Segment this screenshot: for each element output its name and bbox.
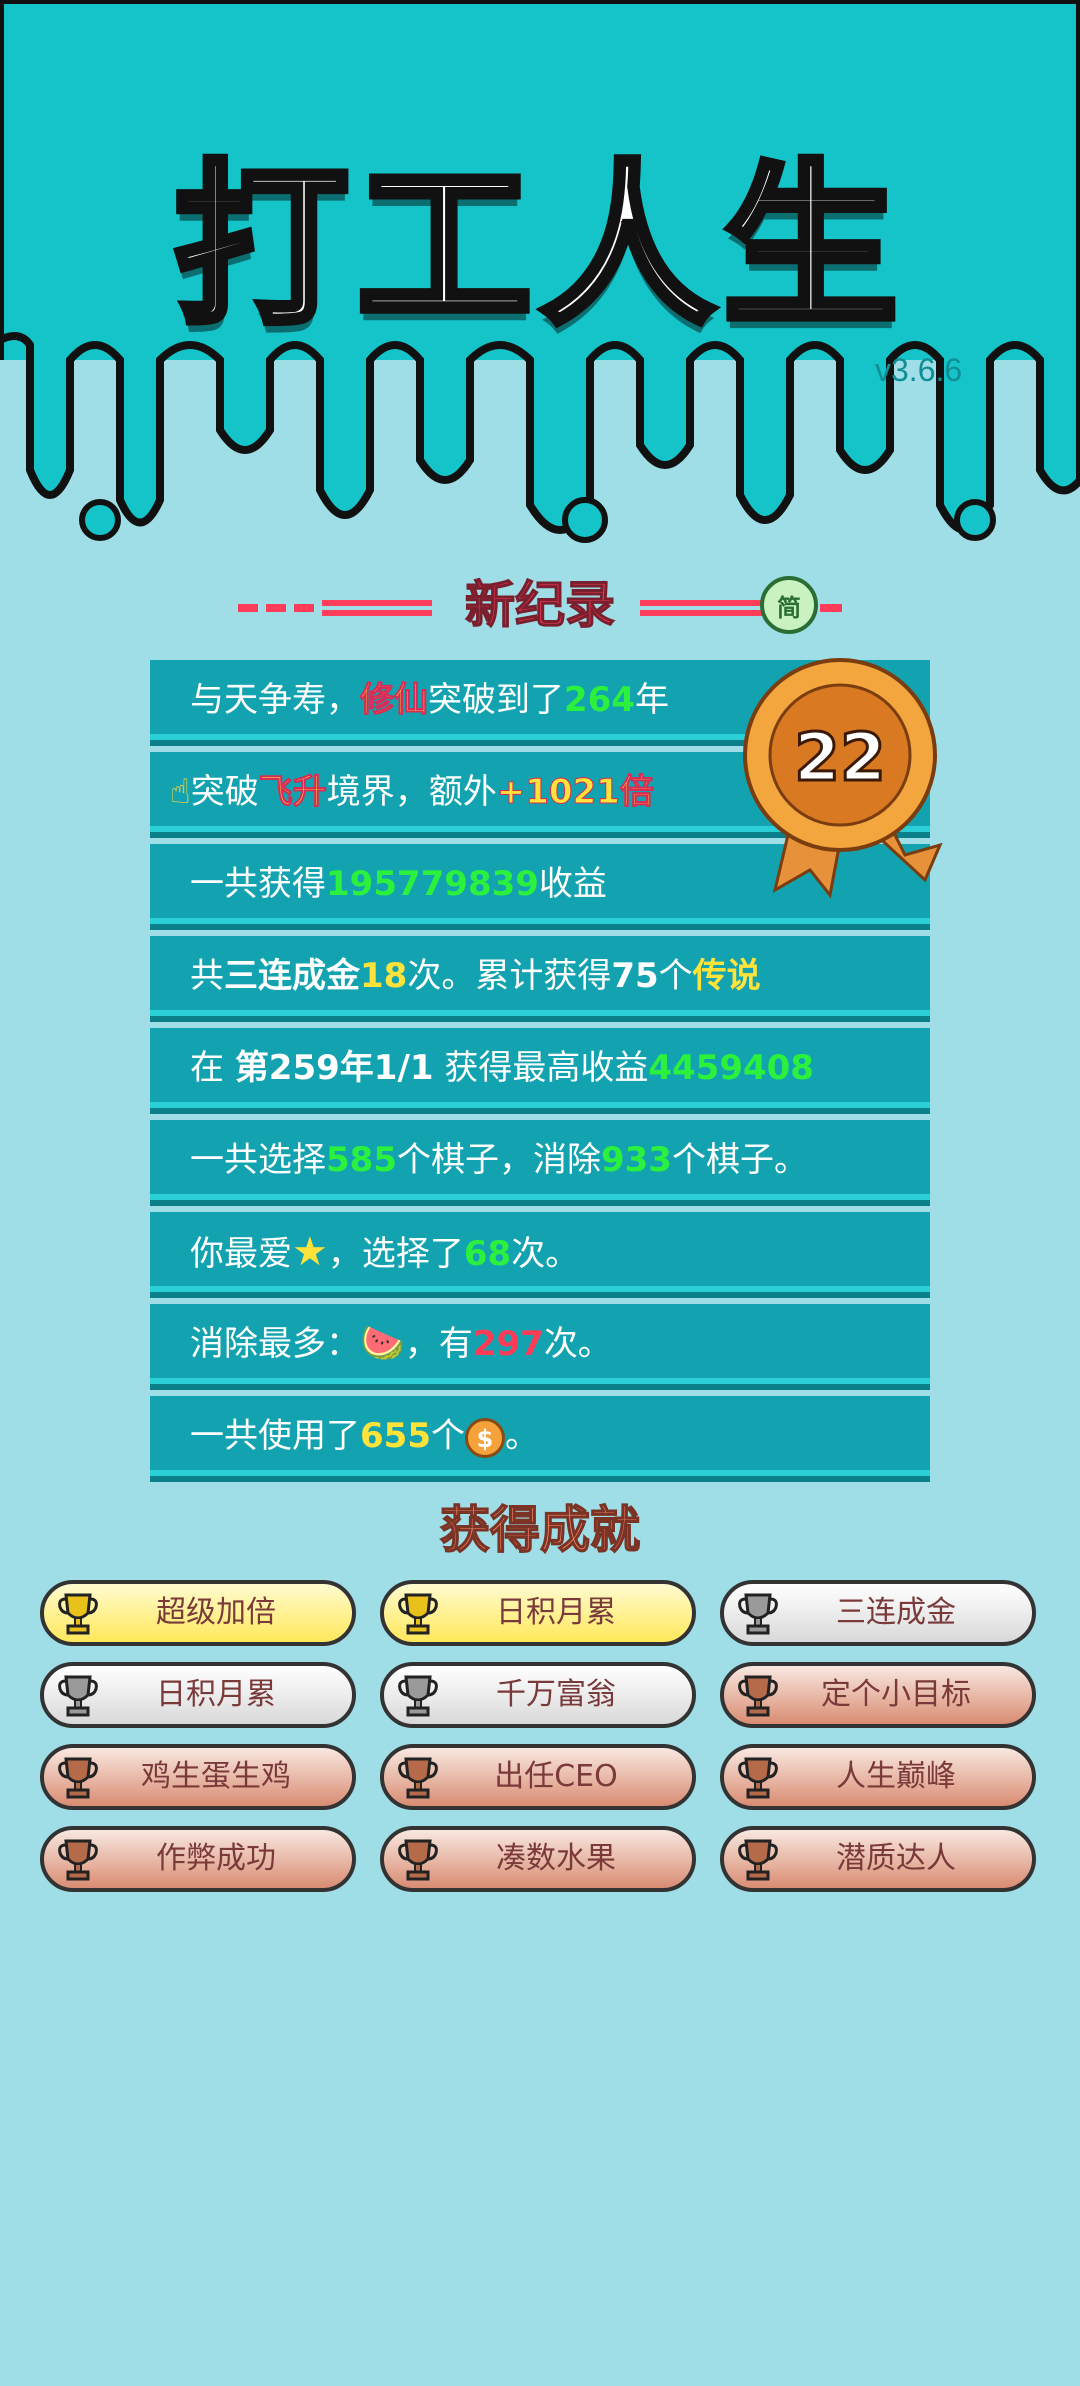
achievement-badge[interactable]: 超级加倍 [40, 1580, 356, 1646]
stat-text: 个 [430, 1416, 465, 1456]
trophy-icon [738, 1675, 778, 1717]
stat-text: 一共使用了 [190, 1416, 360, 1456]
stat-highlight: 75 [611, 956, 659, 996]
stat-text: 突破到了 [428, 680, 564, 720]
stat-text: 个棋子，消除 [396, 1140, 601, 1180]
version-label: v3.6.6 [875, 352, 963, 388]
stat-text: 次。累计获得 [407, 956, 612, 996]
stat-value: 655 [360, 1416, 431, 1456]
achievement-badge[interactable]: 作弊成功 [40, 1826, 356, 1892]
watermelon-icon: 🍉 [360, 1323, 405, 1364]
stat-row: 你最爱★，选择了68次。 [150, 1212, 930, 1292]
stat-row: 共三连成金18次。累计获得75个传说 [150, 936, 930, 1016]
achievement-badge[interactable]: 凑数水果 [380, 1826, 696, 1892]
trophy-icon [398, 1675, 438, 1717]
stat-row: 一共使用了655个 $。 [150, 1396, 930, 1476]
stat-text: 境界，额外 [326, 772, 497, 812]
stat-text: 个 [658, 956, 693, 996]
achievement-label: 作弊成功 [156, 1841, 276, 1876]
stat-value: 585 [326, 1140, 397, 1180]
trophy-icon [738, 1593, 778, 1635]
trophy-icon [738, 1757, 778, 1799]
stat-text: 个棋子。 [671, 1140, 808, 1180]
achievement-badge[interactable]: 鸡生蛋生鸡 [40, 1744, 356, 1810]
stat-value: 68 [463, 1234, 512, 1274]
trophy-icon [738, 1839, 778, 1881]
stat-highlight: +1021倍 [496, 772, 654, 813]
stat-text: 一共选择 [190, 1140, 326, 1180]
stat-text: 你最爱 [190, 1234, 292, 1274]
coin-icon: $ [464, 1417, 505, 1458]
achievement-label: 定个小目标 [821, 1677, 971, 1712]
stat-text: 消除最多： [190, 1324, 360, 1364]
achievement-badge[interactable]: 人生巅峰 [720, 1744, 1036, 1810]
stat-text: 次。 [543, 1324, 612, 1364]
game-title: 打工人生 [171, 143, 906, 353]
achievement-label: 鸡生蛋生鸡 [141, 1759, 291, 1794]
stat-text: 。 [504, 1416, 539, 1456]
stat-text: 与天争寿， [190, 680, 360, 720]
stat-text: 收益 [538, 864, 607, 904]
simplified-chinese-toggle[interactable]: 简 [760, 576, 818, 634]
medal-number: 22 [794, 719, 886, 796]
achievement-badge[interactable]: 三连成金 [720, 1580, 1036, 1646]
stat-text: 次。 [511, 1234, 580, 1274]
stat-highlight: 修仙 [360, 680, 429, 721]
trophy-icon [58, 1593, 98, 1635]
achievement-label: 千万富翁 [496, 1677, 616, 1712]
stat-text: 年 [634, 680, 669, 720]
stat-value: 264 [564, 680, 635, 720]
stat-text: 获得最高收益 [433, 1048, 649, 1088]
achievement-badge[interactable]: 千万富翁 [380, 1662, 696, 1728]
achievement-label: 凑数水果 [496, 1841, 616, 1876]
stat-highlight: 飞升 [258, 772, 327, 813]
trophy-icon [398, 1593, 438, 1635]
stat-highlight: 第259年1/1 [234, 1048, 434, 1088]
stat-text: 共 [190, 956, 224, 996]
banner-dashes-right [640, 600, 842, 616]
achievements-title: 获得成就 [439, 1500, 641, 1560]
achievement-badge[interactable]: 日积月累 [380, 1580, 696, 1646]
stat-row: 在 第259年1/1 获得最高收益4459408 [150, 1028, 930, 1108]
trophy-icon [58, 1675, 98, 1717]
trophy-icon [58, 1757, 98, 1799]
stat-value: 195779839 [326, 864, 539, 904]
stat-value: 4459408 [648, 1048, 814, 1088]
star-icon: ★ [292, 1229, 328, 1275]
new-record-title: 新纪录 [464, 575, 616, 635]
medal-badge-icon: 22 [743, 658, 943, 899]
achievement-label: 超级加倍 [156, 1595, 276, 1630]
stat-value: 297 [472, 1324, 544, 1364]
stat-text: 一共获得 [190, 864, 326, 904]
stat-text: 突破 [190, 772, 259, 812]
stat-text: 在 [190, 1048, 235, 1088]
achievement-badge[interactable]: 定个小目标 [720, 1662, 1036, 1728]
pointing-hand-icon: ☝ [170, 772, 191, 812]
trophy-icon [58, 1839, 98, 1881]
achievement-label: 出任CEO [494, 1759, 618, 1794]
stat-value: 18 [360, 956, 408, 996]
achievement-badge[interactable]: 出任CEO [380, 1744, 696, 1810]
stat-value: 传说 [692, 956, 761, 996]
stat-row: 消除最多：🍉，有297次。 [150, 1304, 930, 1384]
stat-text: ，选择了 [327, 1234, 464, 1274]
achievement-label: 三连成金 [836, 1595, 956, 1630]
stat-row: 一共选择585个棋子，消除933个棋子。 [150, 1120, 930, 1200]
stat-value: 933 [600, 1140, 672, 1180]
achievement-label: 潜质达人 [836, 1841, 956, 1876]
achievement-label: 人生巅峰 [836, 1759, 956, 1794]
achievement-badge[interactable]: 潜质达人 [720, 1826, 1036, 1892]
trophy-icon [398, 1757, 438, 1799]
trophy-icon [398, 1839, 438, 1881]
stat-highlight: 三连成金 [224, 956, 360, 996]
stat-text: ，有 [404, 1324, 473, 1364]
achievement-label: 日积月累 [496, 1595, 616, 1630]
achievement-badge[interactable]: 日积月累 [40, 1662, 356, 1728]
achievement-label: 日积月累 [156, 1677, 276, 1712]
